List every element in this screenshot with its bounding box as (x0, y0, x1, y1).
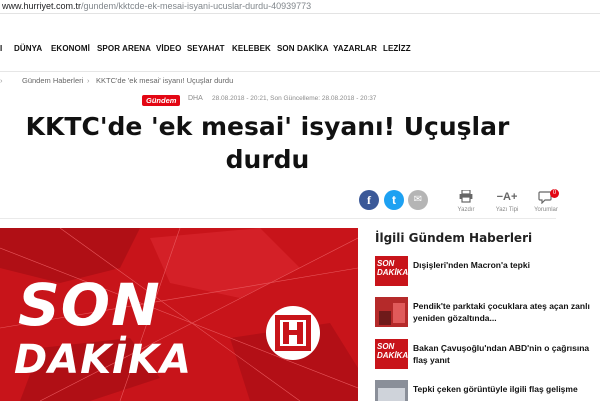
breadcrumb-current: KKTC'de 'ek mesai' isyanı! Uçuşlar durdu (96, 76, 234, 85)
related-news-headline: Dışişleri'nden Macron'a tepki (413, 260, 530, 270)
nav-item-kelebek[interactable]: KELEBEK (232, 44, 271, 53)
related-thumbnail (375, 380, 408, 401)
related-news-item[interactable]: Tepki çeken görüntüyle ilgili flaş geliş… (375, 380, 600, 401)
nav-item-lezizz[interactable]: LEZİZZ (383, 44, 411, 53)
comments-button[interactable]: 0 Yorumlar (528, 189, 564, 213)
related-thumbnail: SON DAKİKA (375, 256, 408, 286)
related-news-headline: Pendik'te parktaki çocuklara ateş açan z… (413, 301, 590, 323)
mail-share-icon[interactable]: ✉ (408, 190, 428, 210)
url-path: /gundem/kktcde-ek-mesai-isyani-ucuslar-d… (81, 1, 312, 11)
font-size-button[interactable]: −A+ Yazı Tipi (489, 190, 525, 213)
divider (0, 218, 556, 219)
print-label: Yazdır (457, 207, 475, 213)
comments-label: Yorumlar (534, 207, 558, 213)
breadcrumb-separator: › (0, 76, 3, 85)
hero-image[interactable]: SON DAKİKA (0, 228, 358, 401)
related-news-item[interactable]: SON DAKİKA Dışişleri'nden Macron'a tepki (375, 256, 600, 290)
nav-item-dunya[interactable]: DÜNYA (14, 44, 42, 53)
thumbnail-son-dakika-text: SON DAKİKA (377, 342, 408, 360)
related-news-title: İlgili Gündem Haberleri (375, 231, 533, 245)
nav-item-ekonomi[interactable]: EKONOMİ (51, 44, 90, 53)
printer-icon (448, 189, 484, 205)
thumbnail-son-dakika-text: SON DAKİKA (377, 259, 408, 277)
address-bar[interactable]: www.hurriyet.com.tr/gundem/kktcde-ek-mes… (0, 0, 600, 14)
nav-item-partial[interactable]: I (0, 44, 6, 53)
article-title-line2: durdu (225, 145, 310, 174)
font-size-icon: −A+ (496, 191, 518, 203)
nav-item-spor-arena[interactable]: SPOR ARENA (97, 44, 151, 53)
related-thumbnail: SON DAKİKA (375, 339, 408, 369)
source-label: DHA (188, 95, 203, 102)
category-badge[interactable]: Gündem (142, 95, 181, 106)
main-navigation: I DÜNYA EKONOMİ SPOR ARENA VİDEO SEYAHAT… (0, 14, 600, 72)
breadcrumb-separator: › (87, 76, 90, 85)
url-host: www.hurriyet.com.tr (2, 1, 82, 11)
hurriyet-logo (266, 306, 320, 360)
nav-item-video[interactable]: VİDEO (156, 44, 181, 53)
publish-date: 28.08.2018 - 20:21, Son Güncelleme: 28.0… (212, 95, 377, 102)
article-title: KKTC'de 'ek mesai' isyanı! Uçuşlar durdu (0, 110, 535, 176)
breadcrumb-gundem[interactable]: Gündem Haberleri (22, 76, 83, 85)
comment-count-badge: 0 (550, 189, 559, 198)
hero-son-text: SON (18, 271, 161, 339)
article-title-line1: KKTC'de 'ek mesai' isyanı! Uçuşlar (25, 112, 510, 141)
font-size-label: Yazı Tipi (495, 207, 519, 213)
facebook-share-icon[interactable]: f (359, 190, 379, 210)
related-news-item[interactable]: Pendik'te parktaki çocuklara ateş açan z… (375, 297, 600, 331)
twitter-share-icon[interactable]: t (384, 190, 404, 210)
related-thumbnail (375, 297, 408, 327)
print-button[interactable]: Yazdır (448, 189, 484, 213)
hero-dakika-text: DAKİKA (14, 337, 192, 383)
related-news-headline: Tepki çeken görüntüyle ilgili flaş geliş… (413, 384, 578, 394)
nav-item-seyahat[interactable]: SEYAHAT (187, 44, 225, 53)
related-news-headline: Bakan Çavuşoğlu'ndan ABD'nin o çağrısına… (413, 343, 590, 365)
nav-item-son-dakika[interactable]: SON DAKİKA (277, 44, 329, 53)
related-news-item[interactable]: SON DAKİKA Bakan Çavuşoğlu'ndan ABD'nin … (375, 339, 600, 373)
nav-item-yazarlar[interactable]: YAZARLAR (333, 44, 377, 53)
